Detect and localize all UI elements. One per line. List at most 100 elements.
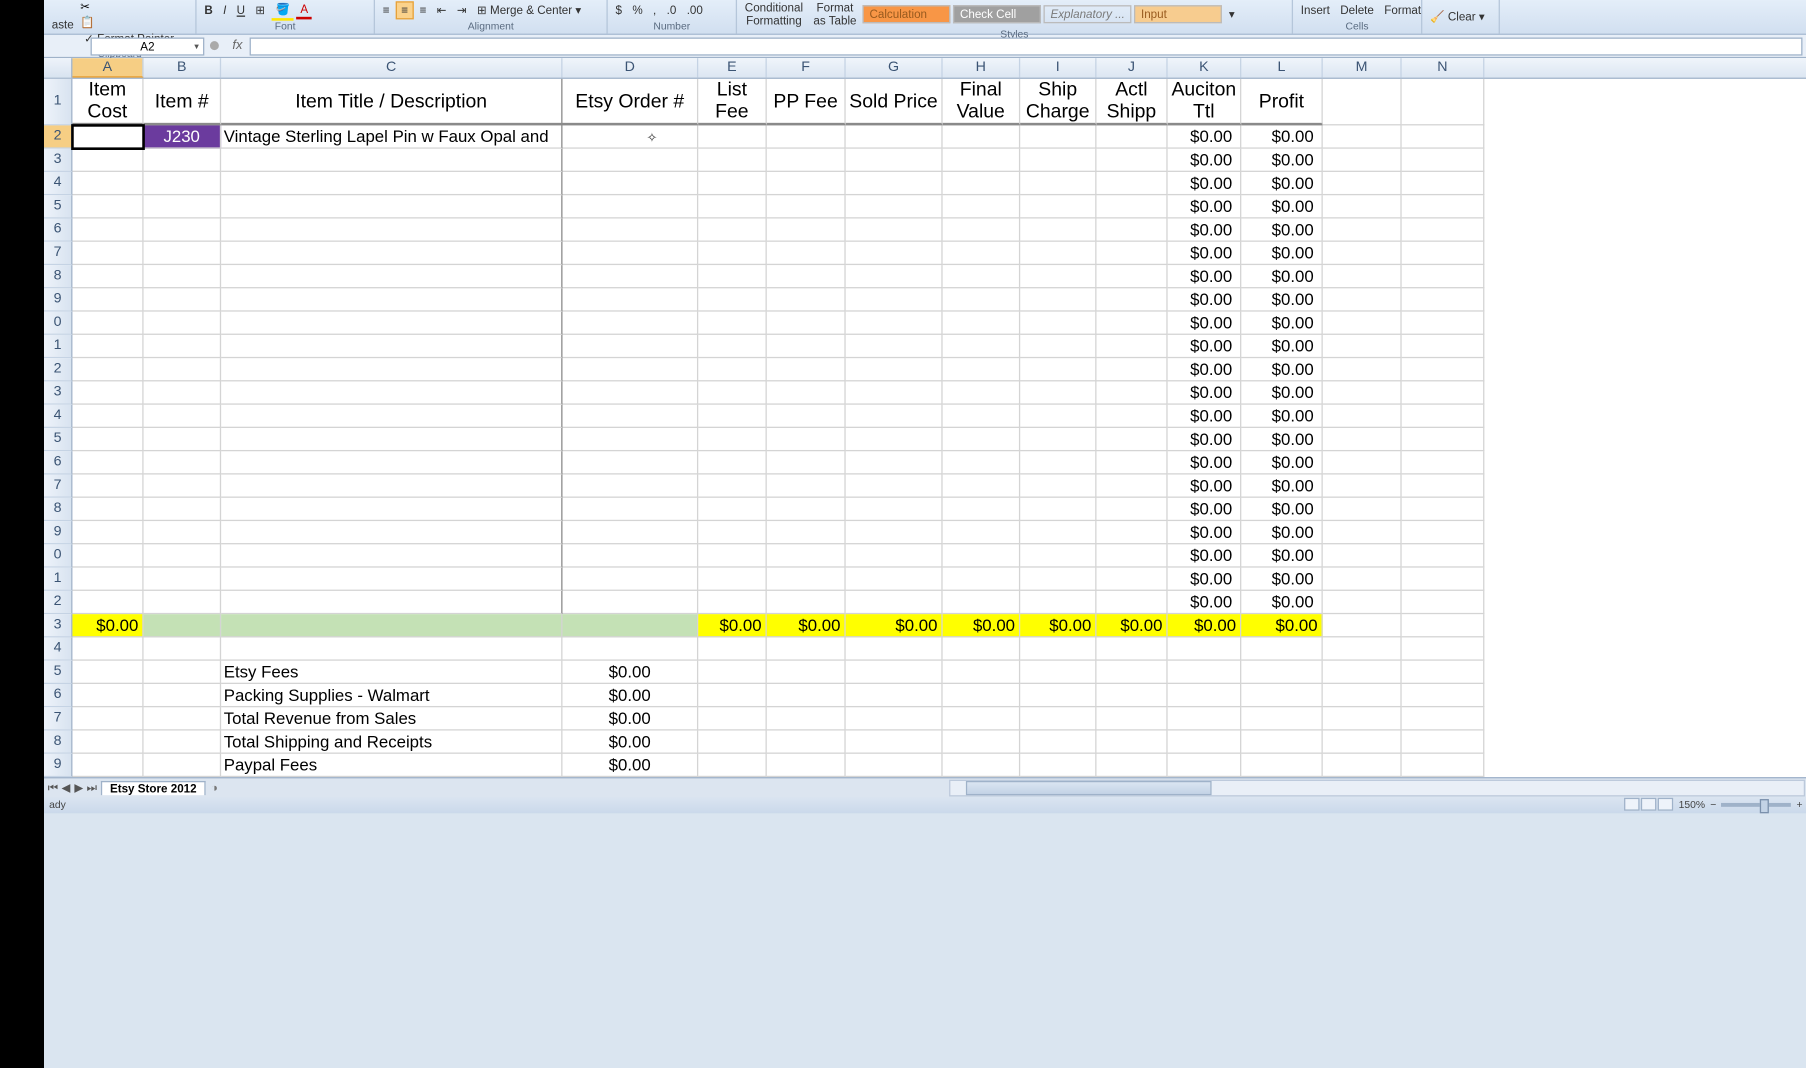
align-right-button[interactable]: ≡ [416,3,431,19]
row-header[interactable]: 8 [44,498,72,521]
row-header[interactable]: 3 [44,381,72,404]
cell[interactable] [943,451,1021,474]
cell[interactable] [846,451,943,474]
cell[interactable] [846,219,943,242]
cell[interactable] [562,125,698,148]
cell-item-num[interactable] [144,149,222,172]
cell-auction-ttl[interactable]: $0.00 [1168,312,1242,335]
cell[interactable] [1097,381,1168,404]
cell[interactable] [767,335,846,358]
summary-value[interactable]: $0.00 [562,754,698,777]
cell[interactable] [698,358,767,381]
cell-item-title[interactable] [221,428,562,451]
header-item-num[interactable]: Item # [144,79,222,126]
cell[interactable] [698,219,767,242]
cell[interactable] [846,288,943,311]
format-button[interactable]: Format [1380,3,1425,19]
cell[interactable] [698,475,767,498]
cell-profit[interactable]: $0.00 [1241,591,1322,614]
summary-label[interactable]: Etsy Fees [221,661,562,684]
cell[interactable] [767,381,846,404]
cell[interactable] [562,405,698,428]
cell-item-title[interactable] [221,498,562,521]
cell-item-num[interactable] [144,451,222,474]
delete-button[interactable]: Delete [1336,3,1377,19]
cell[interactable] [846,149,943,172]
cell-item-num[interactable] [144,591,222,614]
cell[interactable] [1097,335,1168,358]
cell-item-num[interactable] [144,568,222,591]
col-header-I[interactable]: I [1020,58,1096,77]
cell[interactable] [562,381,698,404]
cell[interactable] [562,288,698,311]
row-header[interactable]: 9 [44,288,72,311]
cell[interactable] [1323,451,1402,474]
cell-item-title[interactable] [221,242,562,265]
cell[interactable] [1323,288,1402,311]
cell[interactable] [767,428,846,451]
cell-profit[interactable]: $0.00 [1241,498,1322,521]
cell[interactable] [1402,312,1485,335]
col-header-G[interactable]: G [846,58,943,77]
cell[interactable] [1323,335,1402,358]
cell-auction-ttl[interactable]: $0.00 [1168,428,1242,451]
cell[interactable] [1402,498,1485,521]
cell-item-title[interactable] [221,288,562,311]
cell-profit[interactable]: $0.00 [1241,172,1322,195]
cell[interactable] [698,125,767,148]
header-etsy-order[interactable]: Etsy Order # [562,79,698,126]
total-actl-shipp[interactable]: $0.00 [1097,614,1168,637]
cell-auction-ttl[interactable]: $0.00 [1168,172,1242,195]
cell[interactable] [943,591,1021,614]
cell[interactable] [846,428,943,451]
cell[interactable] [1020,312,1096,335]
cell[interactable] [1097,265,1168,288]
cell[interactable] [846,358,943,381]
summary-label[interactable]: Packing Supplies - Walmart [221,684,562,707]
col-header-J[interactable]: J [1097,58,1168,77]
cell-item-title[interactable] [221,219,562,242]
cell[interactable] [1323,242,1402,265]
cell-item-num[interactable] [144,335,222,358]
cell[interactable] [1323,172,1402,195]
cell[interactable] [943,405,1021,428]
border-button[interactable]: ⊞ [252,2,270,19]
cell-item-num[interactable] [144,288,222,311]
cell-auction-ttl[interactable]: $0.00 [1168,265,1242,288]
cell[interactable] [562,195,698,218]
cell-auction-ttl[interactable]: $0.00 [1168,544,1242,567]
cell-item-num[interactable] [144,405,222,428]
total-auction-ttl[interactable]: $0.00 [1168,614,1242,637]
comma-button[interactable]: , [649,3,660,19]
cell[interactable] [943,288,1021,311]
cell[interactable] [943,521,1021,544]
conditional-formatting-button[interactable]: ConditionalFormatting [741,0,807,28]
cell-profit[interactable]: $0.00 [1241,125,1322,148]
row-header[interactable]: 4 [44,637,72,660]
cell[interactable] [1323,125,1402,148]
cell[interactable] [846,172,943,195]
col-header-A[interactable]: A [72,58,143,77]
cell-item-num[interactable]: J230 [144,125,222,148]
cell[interactable] [1097,242,1168,265]
name-box[interactable]: A2 [91,37,205,55]
cell[interactable] [698,544,767,567]
cell[interactable] [1097,498,1168,521]
cell[interactable] [846,498,943,521]
cell[interactable] [1323,381,1402,404]
cell-profit[interactable]: $0.00 [1241,288,1322,311]
cell[interactable] [846,312,943,335]
row-header[interactable]: 5 [44,195,72,218]
cell[interactable] [562,475,698,498]
cell[interactable] [943,312,1021,335]
inc-decimal-button[interactable]: .0 [663,3,680,19]
cell[interactable] [1402,242,1485,265]
cell[interactable] [1020,428,1096,451]
row-header[interactable]: 0 [44,544,72,567]
total-final-value[interactable]: $0.00 [943,614,1021,637]
cell[interactable] [72,242,143,265]
cell[interactable] [562,521,698,544]
cell[interactable] [1323,521,1402,544]
cell[interactable] [1020,358,1096,381]
tab-next-button[interactable]: ▶ [72,780,85,794]
